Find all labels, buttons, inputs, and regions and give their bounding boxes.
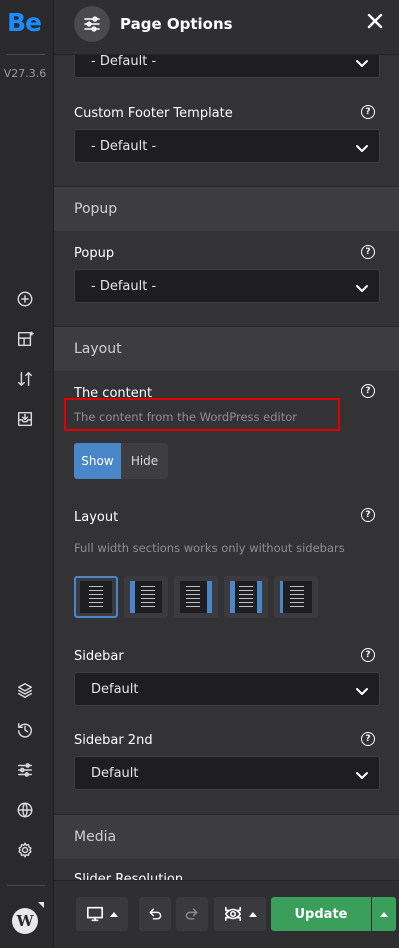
layout-right-sidebar-option[interactable] bbox=[174, 576, 218, 618]
layout-add-icon[interactable] bbox=[13, 327, 37, 351]
panel-header: Page Options bbox=[54, 0, 399, 55]
add-circle-icon[interactable] bbox=[13, 287, 37, 311]
layout-left-sidebar-alt-option[interactable] bbox=[274, 576, 318, 618]
custom-footer-select[interactable]: - Default - bbox=[74, 129, 380, 163]
update-options-button[interactable] bbox=[372, 897, 396, 931]
help-icon[interactable]: ? bbox=[361, 732, 375, 746]
settings-icon[interactable] bbox=[13, 838, 37, 862]
caret-up-icon bbox=[380, 911, 388, 917]
select-value: - Default - bbox=[91, 139, 157, 154]
chevron-down-icon bbox=[355, 280, 369, 294]
select-value: Default bbox=[91, 682, 139, 697]
layout-both-sidebars-option[interactable] bbox=[224, 576, 268, 618]
rail-divider bbox=[7, 54, 45, 55]
section-title: Popup bbox=[74, 201, 118, 217]
hide-option[interactable]: Hide bbox=[121, 443, 168, 479]
chevron-down-icon bbox=[355, 683, 369, 697]
update-button[interactable]: Update bbox=[271, 897, 371, 931]
eye-icon bbox=[224, 906, 242, 922]
layout-options bbox=[74, 576, 318, 618]
caret-up-icon bbox=[110, 911, 118, 917]
rail-divider bbox=[7, 885, 45, 886]
select-value: Default bbox=[91, 766, 139, 781]
close-icon[interactable] bbox=[367, 13, 387, 33]
show-option[interactable]: Show bbox=[74, 443, 121, 479]
sidebar-2nd-select[interactable]: Default bbox=[74, 756, 380, 790]
layers-icon[interactable] bbox=[13, 678, 37, 702]
help-icon[interactable]: ? bbox=[361, 648, 375, 662]
section-header-media[interactable]: Media bbox=[54, 814, 399, 859]
popup-select[interactable]: - Default - bbox=[74, 269, 380, 303]
left-toolbar: Be V27.3.6 W bbox=[0, 0, 54, 948]
layout-full-width-option[interactable] bbox=[74, 576, 118, 618]
chevron-down-icon bbox=[355, 55, 369, 69]
layout-description: Full width sections works only without s… bbox=[74, 541, 345, 555]
popup-label: Popup bbox=[74, 246, 115, 261]
section-title: Media bbox=[74, 829, 117, 845]
monitor-icon bbox=[86, 906, 104, 922]
chevron-down-icon bbox=[355, 140, 369, 154]
wordpress-icon[interactable]: W bbox=[12, 908, 38, 934]
undo-button[interactable] bbox=[139, 897, 171, 931]
wordpress-menu-corner bbox=[38, 902, 44, 908]
section-title: Layout bbox=[74, 341, 122, 357]
custom-footer-label: Custom Footer Template bbox=[74, 106, 233, 121]
history-icon[interactable] bbox=[13, 718, 37, 742]
sidebar-label: Sidebar bbox=[74, 649, 124, 664]
version-label: V27.3.6 bbox=[3, 67, 47, 80]
select-value: - Default - bbox=[91, 279, 157, 294]
help-icon[interactable]: ? bbox=[361, 105, 375, 119]
sidebar-2nd-label: Sidebar 2nd bbox=[74, 733, 153, 748]
preview-button[interactable] bbox=[214, 897, 266, 931]
redo-button[interactable] bbox=[176, 897, 208, 931]
sort-arrows-icon[interactable] bbox=[13, 367, 37, 391]
sliders-icon bbox=[74, 6, 110, 42]
device-preview-button[interactable] bbox=[76, 897, 128, 931]
sliders-icon[interactable] bbox=[13, 758, 37, 782]
be-logo[interactable]: Be bbox=[7, 8, 42, 37]
section-header-popup[interactable]: Popup bbox=[54, 186, 399, 231]
the-content-toggle: Show Hide bbox=[74, 443, 168, 479]
undo-icon bbox=[149, 908, 162, 920]
globe-icon[interactable] bbox=[13, 798, 37, 822]
caret-up-icon bbox=[249, 911, 257, 917]
import-icon[interactable] bbox=[13, 407, 37, 431]
help-icon[interactable]: ? bbox=[361, 384, 375, 398]
layout-label: Layout bbox=[74, 510, 119, 525]
page-options-panel: Page Options - Default - Custom Footer T… bbox=[54, 0, 399, 948]
sidebar-select[interactable]: Default bbox=[74, 672, 380, 706]
redo-icon bbox=[185, 908, 198, 920]
layout-left-sidebar-option[interactable] bbox=[124, 576, 168, 618]
help-icon[interactable]: ? bbox=[361, 508, 375, 522]
panel-title: Page Options bbox=[120, 15, 233, 33]
select-value: - Default - bbox=[91, 54, 157, 69]
bottom-toolbar: Update bbox=[54, 880, 399, 948]
help-icon[interactable]: ? bbox=[361, 245, 375, 259]
highlight-box bbox=[64, 398, 340, 431]
section-header-layout[interactable]: Layout bbox=[54, 326, 399, 371]
chevron-down-icon bbox=[355, 767, 369, 781]
